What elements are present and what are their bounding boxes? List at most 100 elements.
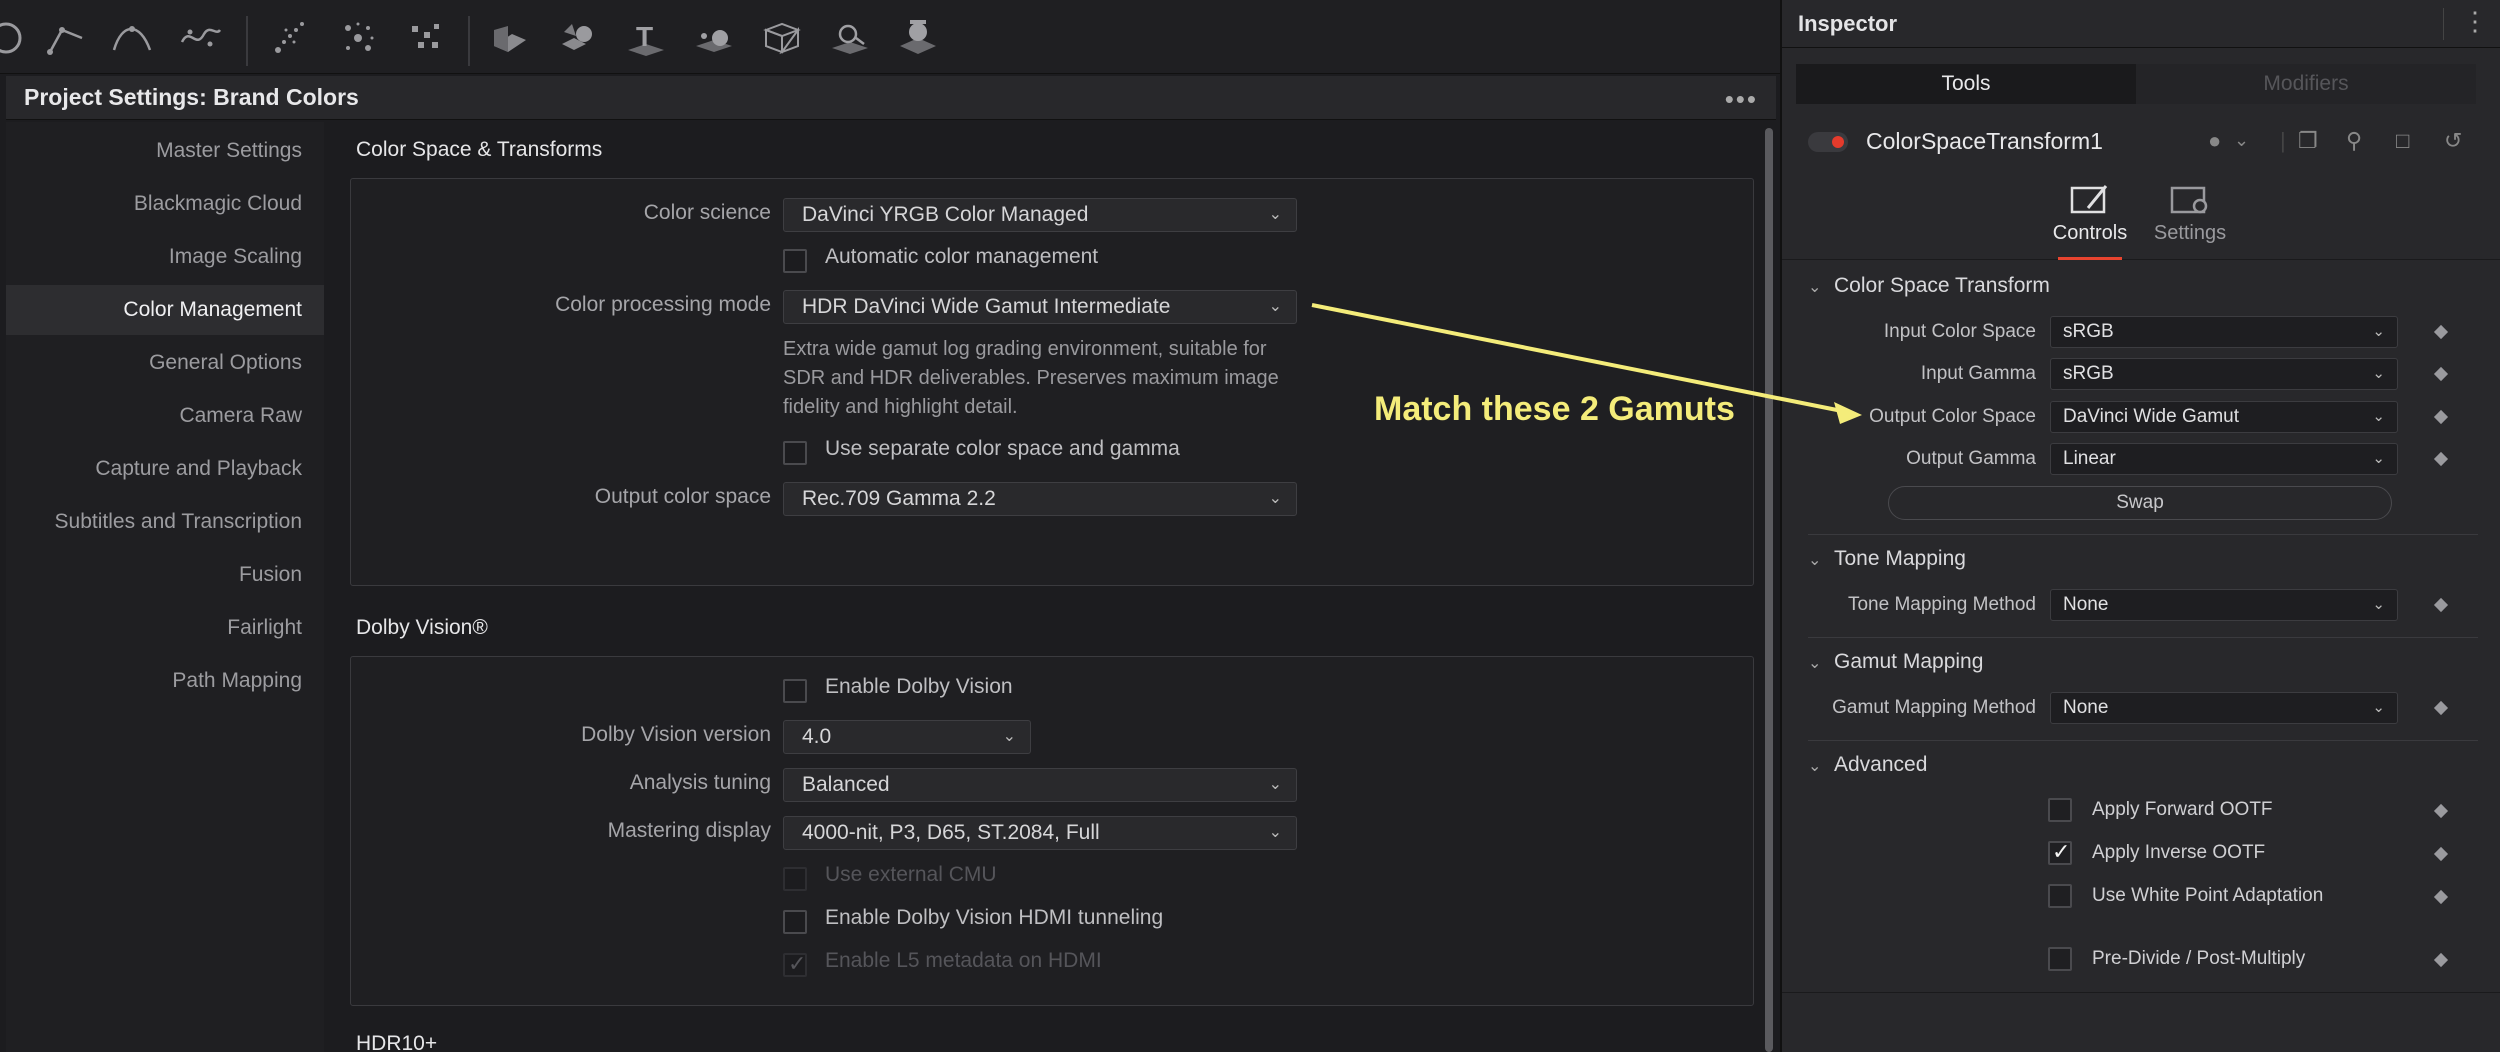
more-options-icon[interactable]: ••• [1725,84,1758,115]
gamut-mapping-method-label: Gamut Mapping Method [1832,697,2036,718]
inspector-panel: Inspector ⋮ Tools Modifiers ColorSpaceTr… [1780,0,2500,1052]
sidebar-item-blackmagic-cloud[interactable]: Blackmagic Cloud [6,179,324,229]
sidebar-item-camera-raw[interactable]: Camera Raw [6,391,324,441]
tab-controls[interactable]: Controls [2040,180,2140,260]
keyframe-icon[interactable] [2433,597,2449,613]
inspector-title: Inspector [1798,11,1898,36]
predivide-checkbox[interactable] [2048,947,2072,971]
forward-ootf-checkbox[interactable] [2048,798,2072,822]
input-gamma-dropdown[interactable]: sRGB ⌄ [2050,358,2398,390]
processing-mode-dropdown[interactable]: HDR DaVinci Wide Gamut Intermediate ⌄ [783,290,1297,324]
tone-mapping-method-dropdown[interactable]: None ⌄ [2050,589,2398,621]
output-color-space-dropdown[interactable]: DaVinci Wide Gamut ⌄ [2050,401,2398,433]
output-color-space-value: DaVinci Wide Gamut [2063,406,2239,427]
sidebar-item-path-mapping[interactable]: Path Mapping [6,656,324,706]
l5-metadata-checkbox: ✓ [783,951,807,977]
shape-3d-icon[interactable] [486,14,534,62]
dolby-version-dropdown[interactable]: 4.0 ⌄ [783,720,1031,754]
camera-3d-icon[interactable] [690,14,738,62]
gamut-mapping-method-dropdown[interactable]: None ⌄ [2050,692,2398,724]
output-color-space-dropdown[interactable]: Rec.709 Gamma 2.2 ⌄ [783,482,1297,516]
sidebar-item-master-settings[interactable]: Master Settings [6,126,324,176]
text-3d-icon[interactable]: T [622,14,670,62]
group-gamut-mapping[interactable]: ⌄ Gamut Mapping [1808,650,1983,674]
color-space-panel: Color science DaVinci YRGB Color Managed… [350,178,1754,586]
pin-icon[interactable]: ⚲ [2346,128,2362,154]
chevron-down-icon: ⌄ [1268,776,1282,793]
auto-color-management-checkbox[interactable] [783,249,807,273]
input-color-space-label: Input Color Space [1883,321,2036,342]
mastering-display-dropdown[interactable]: 4000-nit, P3, D65, ST.2084, Full ⌄ [783,816,1297,850]
keyframe-icon[interactable] [2433,409,2449,425]
keyframe-icon[interactable] [2433,366,2449,382]
enable-dolby-vision-label: Enable Dolby Vision [825,675,1013,698]
particle-emitter-icon[interactable] [266,14,314,62]
hdmi-tunneling-checkbox[interactable] [783,910,807,934]
tool-name: ColorSpaceTransform1 [1866,128,2103,154]
keyframe-icon[interactable] [2433,324,2449,340]
input-gamma-value: sRGB [2063,363,2114,384]
enable-dolby-vision-checkbox[interactable] [783,679,807,703]
tab-modifiers[interactable]: Modifiers [2136,64,2476,104]
settings-content: Color Space & Transforms Color science D… [324,122,1764,1052]
tool-enable-toggle[interactable] [1808,132,1848,152]
bspline-icon[interactable] [42,14,90,62]
swap-button[interactable]: Swap [1888,486,2392,520]
merge-3d-icon[interactable] [554,14,602,62]
inverse-ootf-checkbox[interactable]: ✓ [2048,839,2072,865]
sidebar-item-general-options[interactable]: General Options [6,338,324,388]
keyframe-icon[interactable] [2433,700,2449,716]
keyframe-icon[interactable] [2433,889,2449,905]
sidebar-item-fairlight[interactable]: Fairlight [6,603,324,653]
versions-icon[interactable]: ❐ [2298,128,2318,154]
separate-color-space-checkbox[interactable] [783,441,807,465]
scrollbar-thumb[interactable] [1765,128,1773,1052]
sidebar-item-subtitles-and-transcription[interactable]: Subtitles and Transcription [6,497,324,547]
particle-render-icon[interactable] [334,14,382,62]
color-dot-icon[interactable]: ● [2208,128,2221,154]
wand-icon[interactable] [176,14,224,62]
settings-scrollbar[interactable] [1762,122,1776,1052]
chevron-down-icon: ⌄ [1268,824,1282,841]
group-tone-mapping[interactable]: ⌄ Tone Mapping [1808,547,1966,571]
lock-icon[interactable]: □ [2396,128,2409,154]
color-science-dropdown[interactable]: DaVinci YRGB Color Managed ⌄ [783,198,1297,232]
particle-kill-icon[interactable] [402,14,450,62]
renderer-3d-icon[interactable] [894,14,942,62]
more-options-icon[interactable]: ⋮ [2462,6,2488,37]
chevron-down-icon[interactable]: ⌄ [2234,130,2249,151]
chevron-down-icon: ⌄ [1268,298,1282,315]
chevron-down-icon: ⌄ [1808,279,1822,296]
sidebar-item-fusion[interactable]: Fusion [6,550,324,600]
input-color-space-value: sRGB [2063,321,2114,342]
sidebar-item-capture-and-playback[interactable]: Capture and Playback [6,444,324,494]
light-icon[interactable] [826,14,874,62]
output-gamma-dropdown[interactable]: Linear ⌄ [2050,443,2398,475]
inspector-tabs: Tools Modifiers [1796,64,2476,104]
input-color-space-dropdown[interactable]: sRGB ⌄ [2050,316,2398,348]
tab-tools[interactable]: Tools [1796,64,2136,104]
keyframe-icon[interactable] [2433,952,2449,968]
analysis-tuning-dropdown[interactable]: Balanced ⌄ [783,768,1297,802]
section-title-hdr10plus: HDR10+ [356,1032,438,1052]
output-color-space-label: Output Color Space [1869,406,2036,427]
keyframe-icon[interactable] [2433,451,2449,467]
sidebar-item-color-management[interactable]: Color Management [6,285,324,335]
reset-icon[interactable]: ↺ [2444,128,2462,154]
chevron-down-icon: ⌄ [1268,206,1282,223]
tab-settings[interactable]: Settings [2140,180,2240,260]
settings-icon [2170,186,2208,214]
group-advanced[interactable]: ⌄ Advanced [1808,753,1927,777]
input-gamma-label: Input Gamma [1920,363,2036,384]
group-color-space-transform[interactable]: ⌄ Color Space Transform [1808,274,2050,298]
checkmark-icon: ✓ [788,951,807,976]
checkmark-icon: ✓ [2052,839,2071,864]
white-point-checkbox[interactable] [2048,884,2072,908]
inspector-header: Inspector ⋮ [1782,0,2500,48]
sidebar-item-image-scaling[interactable]: Image Scaling [6,232,324,282]
polyline-icon[interactable] [0,14,30,62]
bezier-icon[interactable] [108,14,156,62]
keyframe-icon[interactable] [2433,846,2449,862]
fbx-icon[interactable] [758,14,806,62]
keyframe-icon[interactable] [2433,803,2449,819]
